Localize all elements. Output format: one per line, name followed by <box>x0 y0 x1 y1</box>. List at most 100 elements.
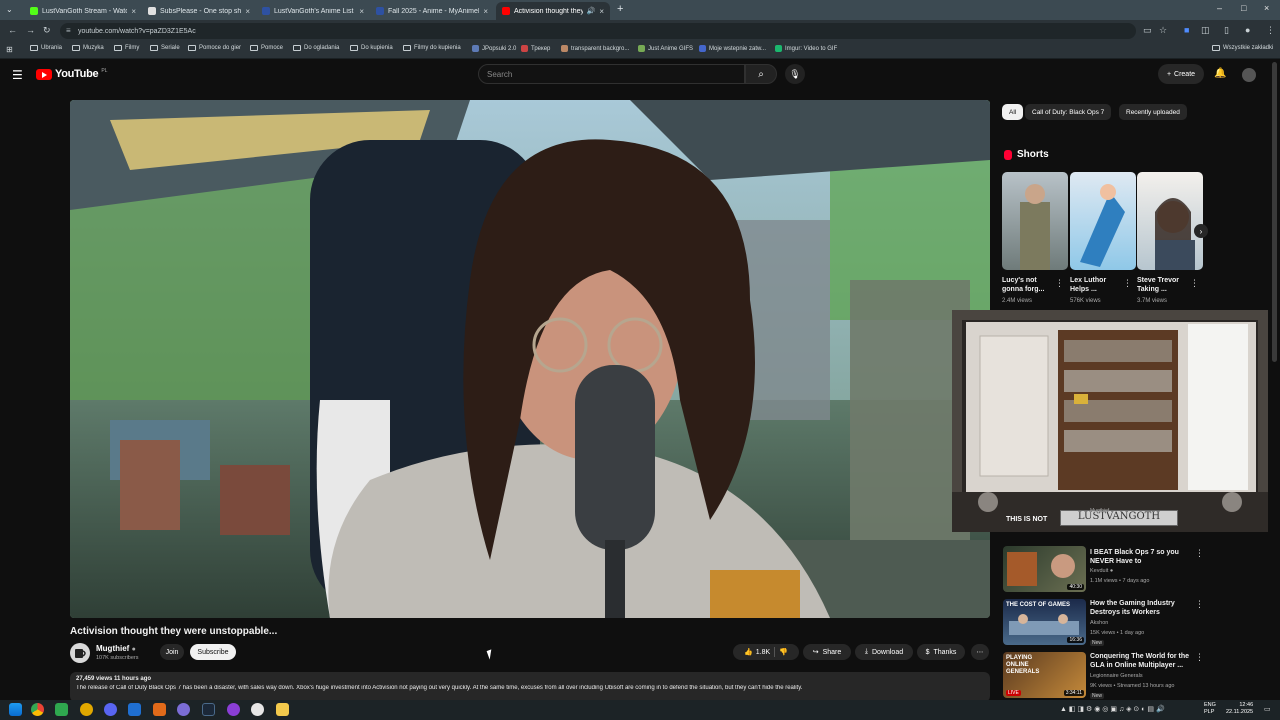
cast-icon[interactable]: ▭ <box>1143 25 1152 36</box>
like-button[interactable]: 👍 1.8K <box>744 648 770 657</box>
recommended-menu-icon[interactable]: ⋮ <box>1195 652 1204 663</box>
system-clock[interactable]: 12:46 22.11.2025 <box>1226 702 1253 716</box>
chip-all[interactable]: All <box>1002 104 1024 120</box>
close-window-icon[interactable]: × <box>1264 3 1269 13</box>
recommended-title[interactable]: How the Gaming Industry Destroys its Wor… <box>1090 599 1190 617</box>
short-title[interactable]: Lex Luthor Helps ... <box>1070 276 1122 294</box>
search-button[interactable]: ⌕ <box>745 64 777 84</box>
recommended-title[interactable]: I BEAT Black Ops 7 so you NEVER Have to <box>1090 548 1190 566</box>
bookmark-link[interactable]: Moje wstepnie zatw... <box>699 45 766 52</box>
bookmark-link[interactable]: Трекер <box>521 45 550 52</box>
app-icon[interactable] <box>128 703 141 716</box>
close-tab-icon[interactable]: × <box>131 7 136 16</box>
recommended-thumbnail[interactable]: THE COST OF GAMES 16:36 <box>1003 599 1086 645</box>
bookmark-folder[interactable]: Pomoce <box>250 45 283 51</box>
bookmark-link[interactable]: JPopsuki 2.0 <box>472 45 516 52</box>
browser-tab[interactable]: SubsPlease - One stop shop fo × <box>142 2 256 20</box>
split-view-icon[interactable]: ▯ <box>1224 25 1229 36</box>
bookmark-folder[interactable]: Pomoce do gier <box>188 45 241 51</box>
channel-name[interactable]: Mugthief ● <box>96 644 136 653</box>
create-button[interactable]: + Create <box>1158 64 1204 84</box>
notification-icon[interactable]: ▭ <box>1264 705 1271 713</box>
extension-icon[interactable]: ■ <box>1184 25 1189 35</box>
address-bar[interactable]: ≡ youtube.com/watch?v=paZD3Z1E5Ac <box>60 23 1136 39</box>
recommended-menu-icon[interactable]: ⋮ <box>1195 548 1204 559</box>
back-icon[interactable]: ← <box>8 25 17 35</box>
menu-dots-icon[interactable]: ⋮ <box>1266 25 1275 36</box>
browser-tab-active[interactable]: Activision thought they we 🔊 × <box>496 2 610 20</box>
dislike-button[interactable]: 👎 <box>779 648 788 656</box>
profile-icon[interactable]: ● <box>1245 25 1250 35</box>
short-thumbnail[interactable] <box>1002 172 1068 270</box>
app-icon[interactable] <box>177 703 190 716</box>
recommended-thumbnail[interactable]: PLAYING ONLINE GENERALS LIVE 3:34:11 <box>1003 652 1086 698</box>
search-input[interactable]: Search <box>478 64 745 84</box>
browser-tab[interactable]: Fall 2025 - Anime - MyAnimeLi × <box>370 2 494 20</box>
recommended-thumbnail[interactable]: 40:30 <box>1003 546 1086 592</box>
bookmark-link[interactable]: Just Anime GIFS <box>638 45 693 52</box>
all-bookmarks-folder[interactable]: Wszystkie zakładki <box>1212 45 1273 51</box>
bookmark-star-icon[interactable]: ☆ <box>1159 25 1167 36</box>
app-icon[interactable] <box>227 703 240 716</box>
subscribe-button[interactable]: Subscribe <box>190 644 236 660</box>
short-menu-icon[interactable]: ⋮ <box>1055 278 1064 289</box>
steam-icon[interactable] <box>202 703 215 716</box>
close-tab-icon[interactable]: × <box>245 7 250 16</box>
account-avatar[interactable] <box>1242 68 1256 82</box>
reload-icon[interactable]: ↻ <box>43 25 51 36</box>
thanks-button[interactable]: $ Thanks <box>917 644 965 660</box>
channel-avatar[interactable] <box>70 643 90 663</box>
apps-grid-icon[interactable]: ⊞ <box>6 45 13 54</box>
bookmark-folder[interactable]: Ubrania <box>30 45 62 51</box>
chrome-icon[interactable] <box>31 703 44 716</box>
app-icon[interactable] <box>80 703 93 716</box>
close-tab-icon[interactable]: × <box>483 7 488 16</box>
short-menu-icon[interactable]: ⋮ <box>1190 278 1199 289</box>
minimize-icon[interactable]: – <box>1217 3 1222 13</box>
short-thumbnail[interactable] <box>1070 172 1136 270</box>
bookmark-link[interactable]: transparent backgro... <box>561 45 629 52</box>
hamburger-menu-icon[interactable]: ☰ <box>12 68 23 82</box>
join-button[interactable]: Join <box>160 644 184 660</box>
speaker-icon[interactable]: 🔊 <box>587 7 596 15</box>
youtube-logo[interactable]: YouTube PL <box>36 68 107 80</box>
bookmark-folder[interactable]: Do ogladania <box>293 45 339 51</box>
new-tab-button[interactable]: + <box>617 3 623 15</box>
browser-tab[interactable]: LustVanGoth's Anime List - My × <box>256 2 370 20</box>
recommended-channel[interactable]: Akshon <box>1090 620 1108 626</box>
file-explorer-icon[interactable] <box>276 703 289 716</box>
short-title[interactable]: Lucy's not gonna forg... <box>1002 276 1054 294</box>
site-info-icon[interactable]: ≡ <box>66 26 71 35</box>
page-scrollbar[interactable] <box>1272 62 1277 362</box>
bookmark-folder[interactable]: Seriale <box>150 45 180 51</box>
close-tab-icon[interactable]: × <box>599 7 604 16</box>
language-indicator[interactable]: ENG PLP <box>1204 702 1216 716</box>
app-icon[interactable] <box>153 703 166 716</box>
recommended-channel[interactable]: Legionnaire Generals <box>1090 673 1143 679</box>
extensions-puzzle-icon[interactable]: ◫ <box>1201 25 1210 36</box>
chip-recently-uploaded[interactable]: Recently uploaded <box>1119 104 1187 120</box>
recommended-title[interactable]: Conquering The World for the GLA in Onli… <box>1090 652 1190 670</box>
bookmark-folder[interactable]: Filmy <box>114 45 139 51</box>
bookmark-folder[interactable]: Muzyka <box>72 45 104 51</box>
bookmark-folder[interactable]: Filmy do kupienia <box>403 45 461 51</box>
short-menu-icon[interactable]: ⋮ <box>1123 278 1132 289</box>
recommended-channel[interactable]: Kevduit ● <box>1090 568 1113 574</box>
recommended-menu-icon[interactable]: ⋮ <box>1195 599 1204 610</box>
description-box[interactable]: 27,459 views 11 hours ago The release of… <box>70 672 990 702</box>
voice-search-button[interactable]: 🎙 <box>785 64 805 84</box>
bookmark-folder[interactable]: Do kupienia <box>350 45 393 51</box>
notifications-bell-icon[interactable]: 🔔 <box>1214 68 1226 79</box>
app-icon[interactable] <box>55 703 68 716</box>
maximize-icon[interactable]: □ <box>1241 3 1246 13</box>
browser-tab[interactable]: LustVanGoth Stream - Watch L × <box>24 2 142 20</box>
download-button[interactable]: ⤓ Download <box>855 644 913 660</box>
close-tab-icon[interactable]: × <box>359 7 364 16</box>
tray-icons[interactable]: ▲ ◧ ◨ ⚙ ◉ ◎ ▣ ♫ ◈ ⊙ ◐ ▤ 🔊 <box>1060 705 1165 713</box>
discord-icon[interactable] <box>104 703 117 716</box>
shorts-next-button[interactable]: › <box>1194 224 1208 238</box>
forward-icon[interactable]: → <box>26 25 35 35</box>
tab-search-icon[interactable]: ⌄ <box>6 5 13 14</box>
video-player[interactable] <box>70 100 990 618</box>
app-icon[interactable] <box>251 703 264 716</box>
